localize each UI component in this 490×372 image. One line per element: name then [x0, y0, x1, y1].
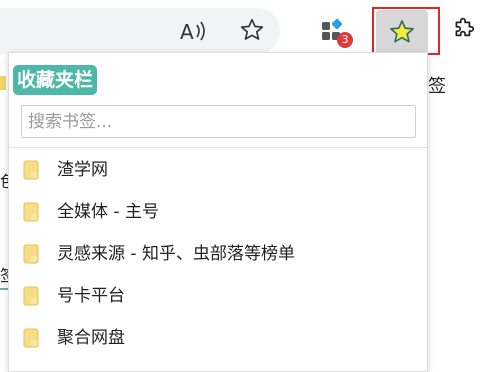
- bg-divider: [0, 288, 8, 290]
- favorites-popup: 收藏夹栏 渣学网 全媒体 - 主号 灵感来源 - 知乎、虫部落等榜单: [8, 52, 428, 372]
- folder-icon: [23, 286, 39, 306]
- bookmark-label: 灵感来源 - 知乎、虫部落等榜单: [57, 244, 295, 264]
- star-outline-icon: [240, 18, 264, 40]
- bookmark-list: 渣学网 全媒体 - 主号 灵感来源 - 知乎、虫部落等榜单 号卡平台 聚合网盘: [9, 149, 427, 359]
- favorites-bar-title: 收藏夹栏: [13, 65, 98, 95]
- folder-icon: [23, 202, 39, 222]
- bookmark-search-input[interactable]: [21, 105, 416, 138]
- bookmark-folder-item[interactable]: 全媒体 - 主号: [9, 191, 427, 233]
- folder-icon: [23, 328, 39, 348]
- bg-folder-icon: [0, 76, 6, 90]
- bookmark-folder-item[interactable]: 渣学网: [9, 149, 427, 191]
- puzzle-icon: [455, 17, 475, 37]
- folder-icon: [23, 160, 39, 180]
- read-aloud-button[interactable]: A: [178, 16, 208, 46]
- svg-text:A: A: [180, 20, 194, 44]
- bookmark-label: 聚合网盘: [57, 328, 125, 348]
- add-favorite-button[interactable]: [238, 16, 266, 44]
- bookmark-label: 全媒体 - 主号: [57, 202, 159, 222]
- bookmark-label: 渣学网: [57, 160, 108, 180]
- bg-bookmark-text: 签: [428, 76, 446, 97]
- bookmark-folder-item[interactable]: 灵感来源 - 知乎、虫部落等榜单: [9, 233, 427, 275]
- bookmark-folder-item[interactable]: 聚合网盘: [9, 317, 427, 359]
- folder-icon: [23, 244, 39, 264]
- favorites-collect-button[interactable]: [376, 10, 428, 54]
- read-aloud-icon: A: [180, 20, 205, 44]
- divider: [9, 147, 427, 148]
- extensions-count-badge: 3: [337, 32, 353, 48]
- bookmark-folder-item[interactable]: 号卡平台: [9, 275, 427, 317]
- extensions-puzzle-button[interactable]: [448, 14, 480, 46]
- yellow-star-icon: [390, 20, 414, 43]
- bookmark-label: 号卡平台: [57, 286, 125, 306]
